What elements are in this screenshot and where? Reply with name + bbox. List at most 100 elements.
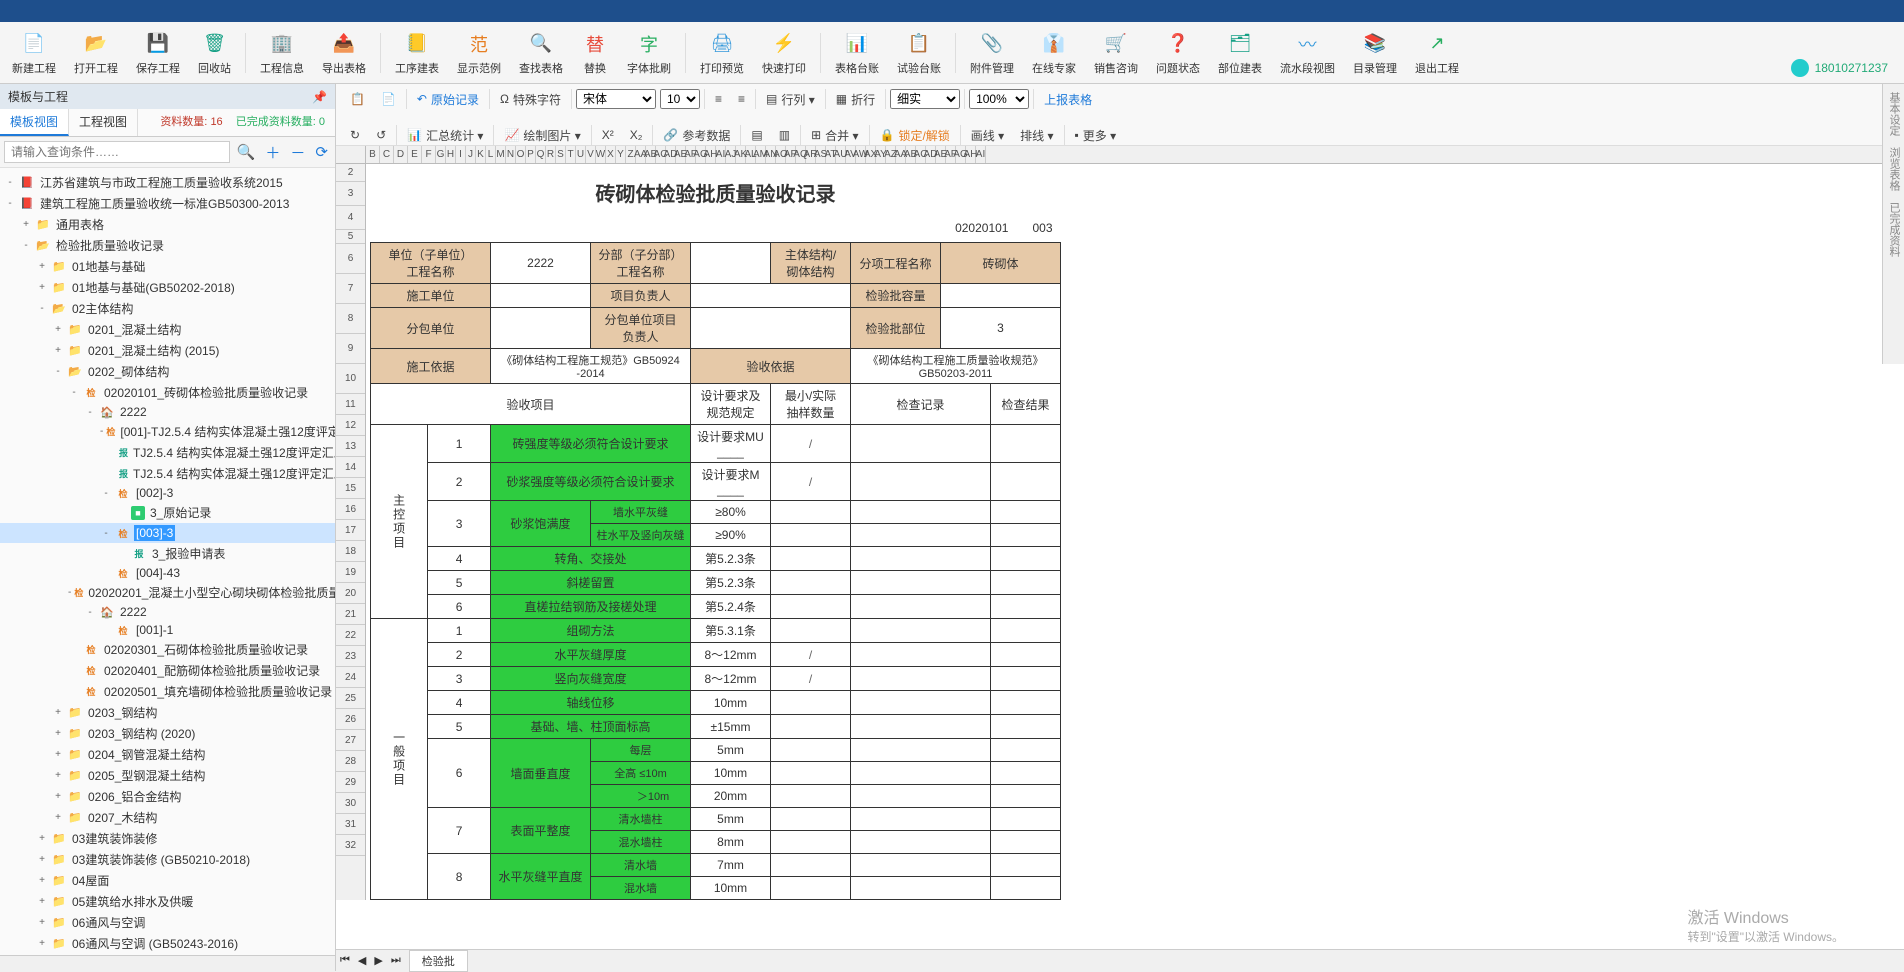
ribbon-显示范例[interactable]: 范显示范例 — [451, 28, 507, 78]
ribbon-工序建表[interactable]: 📒工序建表 — [389, 28, 445, 78]
tree-toggle[interactable]: - — [68, 387, 80, 398]
search-icon[interactable]: 🔍 — [234, 143, 259, 161]
tree-toggle[interactable]: - — [36, 303, 48, 314]
tree-toggle[interactable]: - — [100, 528, 112, 539]
tree-node[interactable]: +📁04屋面 — [0, 870, 335, 891]
ribbon-字体批刷[interactable]: 字字体批刷 — [621, 28, 677, 78]
cell[interactable]: 验收依据 — [691, 349, 851, 384]
row-ruler[interactable]: 2345678910111213141516171819202122232425… — [336, 164, 366, 900]
cell[interactable]: 《砌体结构工程施工规范》GB50924 -2014 — [491, 349, 691, 384]
tree-toggle[interactable]: - — [68, 587, 71, 598]
tree-node[interactable]: ■3_原始记录 — [0, 502, 335, 523]
tree-node[interactable]: -🏠2222 — [0, 603, 335, 621]
tab-project-view[interactable]: 工程视图 — [69, 109, 138, 136]
cell[interactable]: 分部（子分部） 工程名称 — [591, 243, 691, 284]
toolbar-btn[interactable]: 排线 ▾ — [1014, 124, 1059, 147]
ribbon-查找表格[interactable]: 🔍查找表格 — [513, 28, 569, 78]
tree-node[interactable]: 检[004]-43 — [0, 564, 335, 582]
toolbar-btn[interactable]: 🔒锁定/解锁 — [874, 124, 956, 147]
toolbar-select[interactable]: 细实 — [890, 89, 960, 109]
tree-node[interactable]: 检02020501_填充墙砌体检验批质量验收记录 — [0, 681, 335, 702]
cell[interactable] — [491, 308, 591, 349]
tree-node[interactable]: -📂02主体结构 — [0, 298, 335, 319]
ribbon-在线专家[interactable]: 👔在线专家 — [1026, 28, 1082, 78]
ribbon-附件管理[interactable]: 📎附件管理 — [964, 28, 1020, 78]
toolbar-btn[interactable]: X² — [596, 125, 620, 145]
tree-node[interactable]: +📁0203_钢结构 (2020) — [0, 723, 335, 744]
ribbon-问题状态[interactable]: ❓问题状态 — [1150, 28, 1206, 78]
tree-node[interactable]: 检02020401_配筋砌体检验批质量验收记录 — [0, 660, 335, 681]
tree-toggle[interactable]: + — [36, 917, 48, 928]
tree-node[interactable]: +📁01地基与基础 — [0, 256, 335, 277]
tree-node[interactable]: +📁01地基与基础(GB50202-2018) — [0, 277, 335, 298]
tree-toggle[interactable]: - — [4, 177, 16, 188]
cell[interactable]: 2222 — [491, 243, 591, 284]
tree-toggle[interactable]: + — [36, 261, 48, 272]
tree-toggle[interactable]: + — [52, 345, 64, 356]
tree-toggle[interactable]: - — [20, 240, 32, 251]
tree-toggle[interactable]: - — [100, 488, 112, 499]
toolbar-select[interactable]: 100% — [969, 89, 1029, 109]
ribbon-流水段视图[interactable]: 〰流水段视图 — [1274, 28, 1341, 78]
ribbon-目录管理[interactable]: 📚目录管理 — [1347, 28, 1403, 78]
refresh-icon[interactable]: ⟳ — [312, 143, 331, 161]
tree-node[interactable]: 检02020301_石砌体检验批质量验收记录 — [0, 639, 335, 660]
cell[interactable]: 分包单位项目 负责人 — [591, 308, 691, 349]
tree-node[interactable]: +📁03建筑装饰装修 — [0, 828, 335, 849]
cell[interactable]: 3 — [941, 308, 1061, 349]
tree-toggle[interactable]: + — [36, 875, 48, 886]
pin-icon[interactable]: 📌 — [312, 90, 327, 104]
add-icon[interactable]: ＋ — [262, 142, 283, 163]
tree-node[interactable]: 报TJ2.5.4 结构实体混凝土强12度评定汇总表 — [0, 463, 335, 484]
remove-icon[interactable]: － — [287, 142, 308, 163]
toolbar-btn[interactable]: ▥ — [773, 125, 796, 145]
toolbar-btn[interactable]: ↻ — [344, 125, 366, 145]
tree-node[interactable]: 报3_报验申请表 — [0, 543, 335, 564]
tree-toggle[interactable]: - — [4, 198, 16, 209]
ribbon-打开工程[interactable]: 📂打开工程 — [68, 28, 124, 78]
tree-node[interactable]: +📁0206_铝合金结构 — [0, 786, 335, 807]
cell[interactable]: 检验批容量 — [851, 284, 941, 308]
sheet-tab-active[interactable]: 检验批 — [409, 950, 468, 972]
ribbon-替换[interactable]: 替替换 — [575, 28, 615, 78]
toolbar-btn[interactable]: ⊞合并 ▾ — [805, 124, 864, 147]
toolbar-btn[interactable]: ▪更多 ▾ — [1069, 124, 1123, 147]
ribbon-表格台账[interactable]: 📊表格台账 — [829, 28, 885, 78]
tree-node[interactable]: +📁0207_木结构 — [0, 807, 335, 828]
tree-node[interactable]: +📁0201_混凝土结构 (2015) — [0, 340, 335, 361]
sheet-nav-prev[interactable]: ◀ — [354, 954, 370, 967]
ribbon-销售咨询[interactable]: 🛒销售咨询 — [1088, 28, 1144, 78]
tree-toggle[interactable]: + — [52, 812, 64, 823]
tree-toggle[interactable]: + — [52, 791, 64, 802]
toolbar-btn[interactable]: X₂ — [624, 125, 649, 145]
ribbon-保存工程[interactable]: 💾保存工程 — [130, 28, 186, 78]
sheet-nav-first[interactable]: ⏮ — [336, 954, 354, 967]
cell[interactable]: 施工依据 — [371, 349, 491, 384]
cell[interactable]: 项目负责人 — [591, 284, 691, 308]
tree-node[interactable]: -检02020101_砖砌体检验批质量验收记录 — [0, 382, 335, 403]
ribbon-快速打印[interactable]: ⚡快速打印 — [756, 28, 812, 78]
ribbon-试验台账[interactable]: 📋试验台账 — [891, 28, 947, 78]
sheet-wrapper[interactable]: BCDEFGHIJKLMNOPQRSTUVWXYZAAABACADAEAFAGA… — [336, 146, 1904, 971]
cell[interactable] — [491, 284, 591, 308]
tree-node[interactable]: 检[001]-1 — [0, 621, 335, 639]
cell[interactable] — [691, 284, 851, 308]
sidebar-hscroll[interactable] — [0, 955, 335, 971]
ribbon-导出表格[interactable]: 📤导出表格 — [316, 28, 372, 78]
sheet-nav-next[interactable]: ▶ — [370, 954, 386, 967]
sheet-grid[interactable]: 砖砌体检验批质量验收记录 02020101 003 单位（子单位） 工程名称 2… — [366, 164, 1061, 900]
tree-toggle[interactable]: + — [52, 770, 64, 781]
toolbar-btn[interactable]: ▤行列 ▾ — [760, 88, 821, 111]
tree-toggle[interactable]: + — [52, 728, 64, 739]
tree-node[interactable]: -📂0202_砌体结构 — [0, 361, 335, 382]
toolbar-btn[interactable]: 画线 ▾ — [965, 124, 1010, 147]
cell[interactable]: 单位（子单位） 工程名称 — [371, 243, 491, 284]
right-rail[interactable]: 基本设定 浏览表格 已完成资料 — [1882, 84, 1904, 364]
cell[interactable]: 砖砌体 — [941, 243, 1061, 284]
tree-toggle[interactable]: + — [36, 854, 48, 865]
tree-toggle[interactable]: + — [36, 833, 48, 844]
tree-node[interactable]: +📁03建筑装饰装修 (GB50210-2018) — [0, 849, 335, 870]
toolbar-btn[interactable]: ▦折行 — [830, 88, 881, 111]
tree-node[interactable]: +📁通用表格 — [0, 214, 335, 235]
project-tree[interactable]: -📕江苏省建筑与市政工程施工质量验收系统2015-📕建筑工程施工质量验收统一标准… — [0, 168, 335, 955]
